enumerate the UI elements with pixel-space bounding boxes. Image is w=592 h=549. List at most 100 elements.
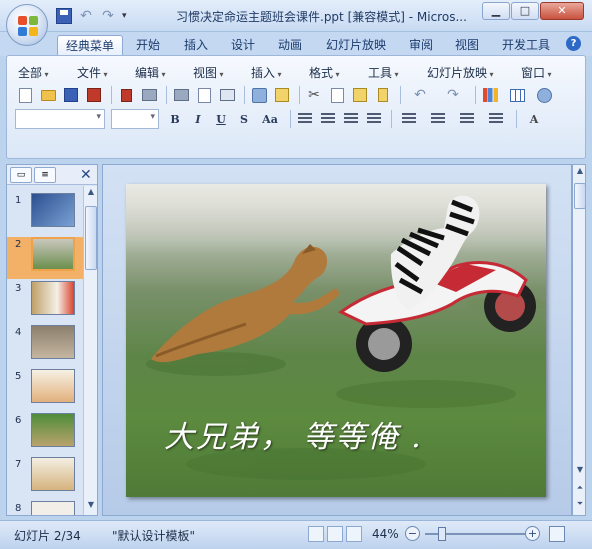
slide-thumbnail[interactable]: 3 (7, 281, 83, 323)
new-document-button[interactable] (15, 85, 35, 105)
tab-insert[interactable]: 插入 (178, 35, 214, 57)
numbering-button[interactable] (454, 109, 480, 129)
print-preview-button[interactable] (194, 85, 214, 105)
font-name-select[interactable] (15, 109, 105, 129)
print-button[interactable] (171, 85, 191, 105)
slide-thumbnail-selected[interactable]: 2 (7, 237, 83, 279)
zoom-slider-handle[interactable] (438, 527, 446, 541)
status-bar: 幻灯片 2/34 "默认设计模板" 44% − + (0, 520, 592, 549)
normal-view-button[interactable] (308, 526, 324, 542)
menu-edit[interactable]: 编辑 (135, 64, 166, 81)
tab-developer[interactable]: 开发工具 (497, 35, 555, 57)
shadow-button[interactable]: S (234, 109, 254, 129)
underline-button[interactable]: U (211, 109, 231, 129)
line-spacing-button[interactable] (425, 109, 451, 129)
slide-position-status: 幻灯片 2/34 (14, 529, 81, 543)
office-button[interactable] (6, 4, 48, 46)
ribbon-panel: 全部 文件 编辑 视图 插入 格式 工具 幻灯片放映 窗口 ✂ ↶ ↷ (6, 55, 586, 159)
italic-button[interactable]: I (188, 109, 208, 129)
tab-view[interactable]: 视图 (449, 35, 485, 57)
editor-scrollbar[interactable]: ▲ ▼ ⏶ ⏷ (572, 164, 586, 516)
email-button[interactable] (116, 85, 136, 105)
permission-button[interactable] (84, 85, 104, 105)
scroll-down-icon[interactable]: ▼ (574, 465, 586, 477)
save-icon[interactable] (56, 8, 72, 24)
redo-icon[interactable]: ↷ (100, 8, 116, 24)
slide-caption[interactable]: 大兄弟， 等等俺 . (164, 412, 504, 456)
scroll-up-icon[interactable]: ▲ (574, 166, 586, 178)
copy-button[interactable] (327, 85, 347, 105)
slide-thumbnail[interactable]: 6 (7, 413, 83, 455)
save-button[interactable] (61, 85, 81, 105)
tab-review[interactable]: 审阅 (403, 35, 439, 57)
page-setup-button[interactable] (217, 85, 237, 105)
align-left-button[interactable] (295, 109, 315, 129)
slide-sorter-view-button[interactable] (327, 526, 343, 542)
tab-classic-menu[interactable]: 经典菜单 (57, 35, 123, 57)
slide-thumbnail[interactable]: 5 (7, 369, 83, 411)
spelling-button[interactable] (249, 85, 269, 105)
close-panel-icon[interactable]: ✕ (80, 167, 92, 183)
slide-thumbnail[interactable]: 8 (7, 501, 83, 515)
editor-scroll-thumb[interactable] (574, 183, 586, 209)
tab-home[interactable]: 开始 (130, 35, 166, 57)
font-size-select[interactable] (111, 109, 159, 129)
slideshow-view-button[interactable] (346, 526, 362, 542)
cut-button[interactable]: ✂ (304, 85, 324, 105)
zoom-level[interactable]: 44% (372, 527, 399, 541)
zoom-out-button[interactable]: − (405, 526, 420, 541)
current-slide[interactable]: 大兄弟， 等等俺 . (126, 184, 546, 497)
menu-view[interactable]: 视图 (193, 64, 224, 81)
tab-animation[interactable]: 动画 (272, 35, 308, 57)
menu-insert[interactable]: 插入 (251, 64, 282, 81)
undo-icon[interactable]: ↶ (78, 8, 94, 24)
research-button[interactable] (139, 85, 159, 105)
tab-slides-thumbnails[interactable]: ▭ (10, 167, 32, 183)
font-color-button[interactable]: A (521, 109, 547, 129)
bullets-button[interactable] (483, 109, 509, 129)
align-right-button[interactable] (341, 109, 361, 129)
bullets-icon (489, 113, 503, 125)
next-slide-icon[interactable]: ⏷ (574, 499, 586, 511)
paste-button[interactable] (350, 85, 370, 105)
menu-window[interactable]: 窗口 (521, 64, 552, 81)
scroll-down-icon[interactable]: ▼ (85, 500, 97, 512)
undo-button[interactable]: ↶ (405, 85, 435, 105)
help-icon[interactable]: ? (566, 36, 581, 51)
format-painter-button[interactable] (373, 85, 393, 105)
justify-button[interactable] (364, 109, 384, 129)
menu-file[interactable]: 文件 (77, 64, 108, 81)
text-direction-button[interactable] (396, 109, 422, 129)
panel-scrollbar[interactable]: ▲ ▼ (83, 186, 97, 515)
scroll-up-icon[interactable]: ▲ (85, 187, 97, 199)
menu-slideshow[interactable]: 幻灯片放映 (427, 64, 494, 81)
minimize-button[interactable]: ▁ (482, 2, 510, 20)
zoom-in-button[interactable]: + (525, 526, 540, 541)
panel-scroll-thumb[interactable] (85, 206, 97, 270)
qat-customize-button[interactable]: ▾ (122, 8, 138, 24)
align-center-button[interactable] (318, 109, 338, 129)
tab-slideshow[interactable]: 幻灯片放映 (321, 35, 391, 57)
open-button[interactable] (38, 85, 58, 105)
fit-to-window-button[interactable] (549, 526, 565, 542)
insert-object-button[interactable] (534, 85, 554, 105)
slide-thumbnail[interactable]: 7 (7, 457, 83, 499)
slide-thumbnail-image (31, 501, 75, 515)
previous-slide-icon[interactable]: ⏶ (574, 483, 586, 495)
tab-outline[interactable]: ≡ (34, 167, 56, 183)
redo-button[interactable]: ↷ (438, 85, 468, 105)
bold-button[interactable]: B (165, 109, 185, 129)
menu-tools[interactable]: 工具 (368, 64, 399, 81)
menu-all[interactable]: 全部 (18, 64, 49, 81)
tab-design[interactable]: 设计 (225, 35, 261, 57)
insert-chart-button[interactable] (480, 85, 500, 105)
formatting-toolbar: B I U S Aa A (15, 108, 550, 130)
insert-table-button[interactable] (503, 85, 531, 105)
slide-thumbnail[interactable]: 4 (7, 325, 83, 367)
change-case-button[interactable]: Aa (257, 109, 283, 129)
slide-thumbnail[interactable]: 1 (7, 193, 83, 235)
maximize-button[interactable]: □ (511, 2, 539, 20)
close-button[interactable]: ✕ (540, 2, 584, 20)
translate-button[interactable] (272, 85, 292, 105)
menu-format[interactable]: 格式 (309, 64, 340, 81)
